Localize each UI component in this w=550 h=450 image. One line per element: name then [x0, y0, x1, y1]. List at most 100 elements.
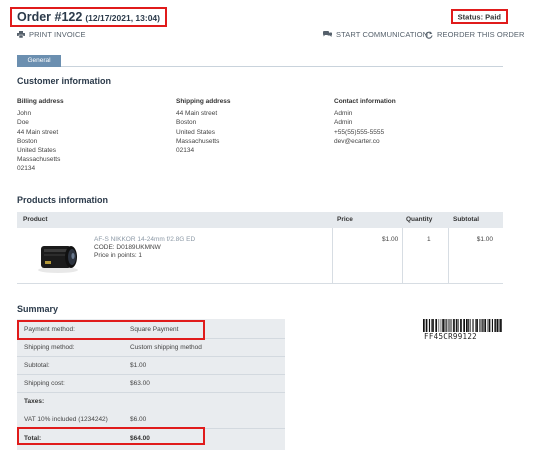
barcode-bar [498, 319, 500, 332]
shipping-line: Massachusetts [176, 137, 220, 145]
barcode-bar [435, 319, 438, 332]
barcode-bar [440, 319, 442, 332]
products-section-title: Products information [17, 195, 109, 205]
contact-line: Admin [334, 110, 353, 118]
customer-section-title: Customer information [17, 76, 112, 86]
billing-line: 02134 [17, 165, 36, 173]
barcode-bar [495, 319, 497, 332]
barcode-bar [500, 319, 502, 332]
barcode-bar [448, 319, 450, 332]
barcode-bar [453, 319, 455, 332]
printer-icon [17, 31, 25, 38]
tab-bar: General [17, 55, 503, 67]
summary-row-taxes: Taxes: [17, 393, 285, 411]
contact-line: Admin [334, 119, 353, 127]
shipping-line: Boston [176, 119, 197, 127]
barcode-bar [449, 319, 451, 332]
barcode-bar [483, 319, 484, 332]
billing-line: John [17, 110, 32, 118]
barcode-bar [451, 319, 453, 332]
column-header-product: Product [23, 216, 48, 223]
taxes-label: Taxes: [24, 398, 45, 405]
barcode-bar [425, 319, 428, 332]
tab-general[interactable]: General [17, 55, 61, 67]
billing-heading: Billing address [17, 98, 64, 105]
reorder-button[interactable]: REORDER THIS ORDER [425, 30, 525, 39]
shipping-cost-label: Shipping cost: [24, 380, 65, 387]
barcode-bar [442, 319, 444, 332]
products-table: Product Price Quantity Subtotal AF-S NIK… [17, 212, 503, 284]
barcode-bar [491, 319, 493, 332]
table-row: AF-S NIKKOR 14-24mm f/2.8G ED CODE: D018… [17, 228, 503, 284]
barcode-bar [475, 319, 476, 332]
product-subtotal: $1.00 [476, 236, 493, 243]
shipping-line: United States [176, 128, 216, 136]
barcode-text: FF45CR99122 [424, 332, 477, 341]
barcode-bar [470, 319, 471, 332]
barcode-bar [476, 319, 478, 332]
shipping-method-label: Shipping method: [24, 344, 75, 351]
billing-line: United States [17, 147, 57, 155]
contact-email[interactable]: dev@ecarter.co [334, 137, 396, 146]
vat-value: $6.00 [130, 416, 147, 423]
shipping-cost-value: $63.00 [130, 380, 150, 387]
barcode-bar [432, 319, 434, 332]
barcode-bar [481, 319, 483, 332]
barcode-bar [466, 319, 468, 332]
contact-line: +55(55)555-5555 [334, 128, 385, 136]
start-communication-label: START COMMUNICATION [336, 30, 429, 39]
shipping-heading: Shipping address [176, 98, 231, 105]
product-price: $1.00 [382, 236, 399, 243]
shipping-line: 44 Main street [176, 110, 218, 118]
shipping-method-value: Custom shipping method [130, 344, 202, 351]
billing-line: 44 Main street [17, 128, 59, 136]
subtotal-value: $1.00 [130, 362, 147, 369]
chat-icon [323, 31, 332, 37]
barcode-bar [455, 319, 457, 332]
product-points: Price in points: 1 [94, 252, 143, 259]
contact-information: Contact information Admin Admin +55(55)5… [334, 97, 396, 146]
shipping-address: Shipping address 44 Main street Boston U… [176, 97, 231, 155]
barcode-bar [460, 319, 462, 332]
products-table-header: Product Price Quantity Subtotal [17, 212, 503, 228]
barcode-bar [423, 319, 425, 332]
barcode-bar [463, 319, 465, 332]
billing-line: Massachusetts [17, 156, 61, 164]
column-header-price: Price [337, 216, 353, 223]
barcode-bar [444, 319, 446, 332]
summary-section-title: Summary [17, 304, 59, 314]
barcode-bar [484, 319, 487, 332]
barcode-bar [428, 319, 431, 332]
order-date: (12/17/2021, 13:04) [85, 13, 160, 23]
barcode-bar [488, 319, 491, 332]
payment-highlight [17, 320, 205, 340]
summary-row-shipping-method: Shipping method: Custom shipping method [17, 339, 285, 357]
start-communication-button[interactable]: START COMMUNICATION [323, 30, 428, 39]
column-header-subtotal: Subtotal [453, 216, 479, 223]
barcode-bar [496, 319, 499, 332]
barcode-bar [472, 319, 474, 332]
barcode [423, 319, 502, 332]
subtotal-label: Subtotal: [24, 362, 50, 369]
barcode-bar [494, 319, 495, 332]
contact-heading: Contact information [334, 98, 396, 105]
summary-row-subtotal: Subtotal: $1.00 [17, 357, 285, 375]
product-image [38, 246, 78, 273]
order-title: Order #122 (12/17/2021, 13:04) [10, 7, 167, 27]
print-invoice-button[interactable]: PRINT INVOICE [17, 30, 86, 39]
order-number: Order #122 [17, 10, 83, 24]
shipping-line: 02134 [176, 147, 195, 155]
summary-row-shipping-cost: Shipping cost: $63.00 [17, 375, 285, 393]
reorder-icon [425, 31, 433, 39]
reorder-label: REORDER THIS ORDER [437, 30, 525, 39]
billing-address: Billing address John Doe 44 Main street … [17, 97, 64, 174]
total-highlight [17, 427, 205, 445]
barcode-bar [447, 319, 449, 332]
product-quantity: 1 [427, 236, 431, 243]
print-invoice-label: PRINT INVOICE [29, 30, 86, 39]
barcode-bar [438, 319, 440, 332]
status-badge: Status: Paid [450, 9, 508, 24]
barcode-bar [479, 319, 480, 332]
vat-label: VAT 10% included (1234242) [24, 416, 108, 423]
barcode-bar [431, 319, 432, 332]
